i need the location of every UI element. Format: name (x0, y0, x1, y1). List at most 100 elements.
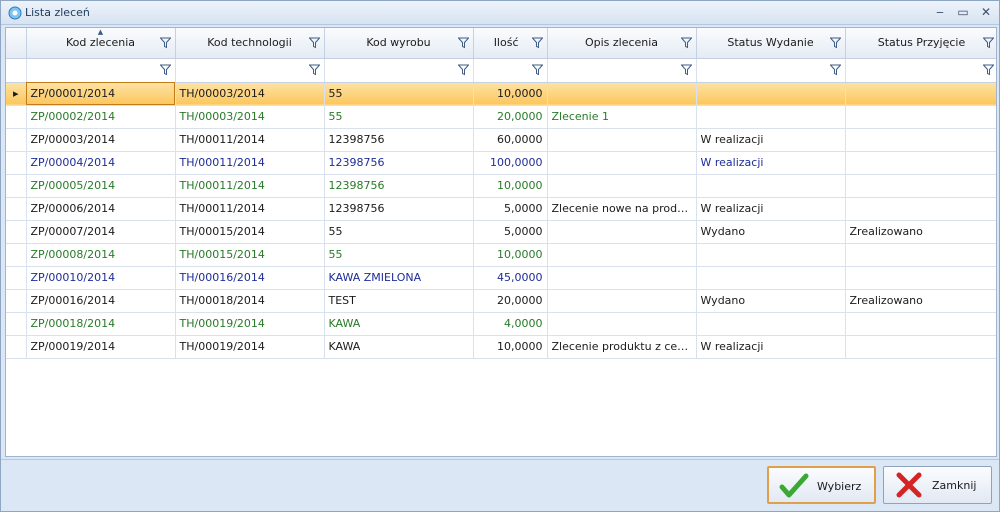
table-cell[interactable]: Zrealizowano (845, 220, 996, 244)
restore-button[interactable]: ▭ (954, 4, 972, 20)
table-cell[interactable] (845, 266, 996, 290)
column-header-kod-zlecenia[interactable]: ▲ Kod zlecenia (26, 28, 176, 59)
table-cell[interactable]: 100,0000 (473, 151, 548, 175)
table-cell[interactable] (547, 174, 697, 198)
close-window-button[interactable]: ✕ (977, 4, 995, 20)
table-cell[interactable]: ZP/00018/2014 (26, 312, 176, 336)
filter-funnel-icon[interactable] (680, 64, 692, 76)
table-row[interactable]: ZP/00003/2014 TH/00011/2014 12398756 60,000… (6, 128, 996, 152)
table-cell[interactable]: TH/00019/2014 (175, 312, 325, 336)
filter-funnel-icon[interactable] (308, 37, 320, 49)
table-cell[interactable]: ZP/00016/2014 (26, 289, 176, 313)
table-row[interactable]: ZP/00008/2014 TH/00015/2014 55 10,0000 (6, 243, 996, 267)
table-cell[interactable] (696, 243, 846, 267)
orders-grid[interactable]: ▲ Kod zlecenia Kod technologii Kod wyrob… (5, 27, 997, 457)
table-cell[interactable] (845, 174, 996, 198)
table-row[interactable]: ZP/00010/2014 TH/00016/2014 KAWA ZMIELONA 4… (6, 266, 996, 290)
table-row[interactable]: ZP/00019/2014 TH/00019/2014 KAWA 10,0000 Zle… (6, 335, 996, 359)
table-cell[interactable]: TH/00011/2014 (175, 197, 325, 221)
table-cell[interactable] (547, 266, 697, 290)
table-cell[interactable]: TEST (324, 289, 474, 313)
table-cell[interactable]: 4,0000 (473, 312, 548, 336)
table-cell[interactable]: Wydano (696, 289, 846, 313)
table-cell[interactable]: TH/00003/2014 (175, 82, 325, 106)
table-cell[interactable]: 5,0000 (473, 220, 548, 244)
table-cell[interactable] (696, 266, 846, 290)
table-cell[interactable]: 10,0000 (473, 174, 548, 198)
table-cell[interactable]: 20,0000 (473, 105, 548, 129)
table-cell[interactable] (845, 105, 996, 129)
table-cell[interactable]: TH/00016/2014 (175, 266, 325, 290)
table-cell[interactable] (547, 82, 697, 106)
row-indicator[interactable] (6, 105, 27, 129)
table-cell[interactable]: TH/00015/2014 (175, 220, 325, 244)
table-cell[interactable]: Zlecenie produktu z cechą (547, 335, 697, 359)
row-indicator[interactable] (6, 197, 27, 221)
table-cell[interactable] (696, 174, 846, 198)
filter-funnel-icon[interactable] (159, 64, 171, 76)
table-cell[interactable]: ZP/00006/2014 (26, 197, 176, 221)
row-indicator[interactable] (6, 174, 27, 198)
select-button[interactable]: Wybierz (767, 466, 876, 504)
row-indicator[interactable] (6, 128, 27, 152)
filter-funnel-icon[interactable] (457, 64, 469, 76)
table-cell[interactable]: TH/00011/2014 (175, 151, 325, 175)
table-cell[interactable] (547, 128, 697, 152)
table-row[interactable]: ▸ ZP/00001/2014 TH/00003/2014 55 10,0000 (6, 82, 996, 106)
row-indicator[interactable] (6, 335, 27, 359)
table-cell[interactable]: Wydano (696, 220, 846, 244)
table-cell[interactable]: 45,0000 (473, 266, 548, 290)
filter-funnel-icon[interactable] (680, 37, 692, 49)
column-header-ilosc[interactable]: Ilość (473, 28, 548, 59)
table-cell[interactable]: 12398756 (324, 197, 474, 221)
table-cell[interactable]: W realizacji (696, 335, 846, 359)
table-cell[interactable]: 55 (324, 82, 474, 106)
table-cell[interactable]: ZP/00008/2014 (26, 243, 176, 267)
filter-funnel-icon[interactable] (531, 64, 543, 76)
column-header-kod-wyrobu[interactable]: Kod wyrobu (324, 28, 474, 59)
column-header-opis-zlecenia[interactable]: Opis zlecenia (547, 28, 697, 59)
row-indicator[interactable] (6, 312, 27, 336)
table-cell[interactable]: ZP/00005/2014 (26, 174, 176, 198)
table-cell[interactable]: Zlecenie nowe na produkcj... (547, 197, 697, 221)
table-cell[interactable]: 12398756 (324, 128, 474, 152)
table-cell[interactable] (845, 151, 996, 175)
table-cell[interactable] (696, 312, 846, 336)
filter-funnel-icon[interactable] (982, 64, 994, 76)
table-cell[interactable]: ZP/00002/2014 (26, 105, 176, 129)
filter-cell-kod-technologii[interactable] (175, 58, 325, 83)
table-cell[interactable]: ZP/00001/2014 (26, 82, 176, 106)
filter-cell-ilosc[interactable] (473, 58, 548, 83)
table-cell[interactable]: 12398756 (324, 174, 474, 198)
table-row[interactable]: ZP/00018/2014 TH/00019/2014 KAWA 4,0000 (6, 312, 996, 336)
table-cell[interactable]: ZP/00007/2014 (26, 220, 176, 244)
table-cell[interactable]: 55 (324, 105, 474, 129)
table-cell[interactable]: W realizacji (696, 128, 846, 152)
table-cell[interactable]: ZP/00004/2014 (26, 151, 176, 175)
row-indicator[interactable]: ▸ (6, 82, 27, 106)
table-row[interactable]: ZP/00007/2014 TH/00015/2014 55 5,0000 Wydano… (6, 220, 996, 244)
table-cell[interactable]: KAWA (324, 312, 474, 336)
filter-cell-opis-zlecenia[interactable] (547, 58, 697, 83)
table-cell[interactable]: ZP/00019/2014 (26, 335, 176, 359)
table-row[interactable]: ZP/00005/2014 TH/00011/2014 12398756 10,000… (6, 174, 996, 198)
table-cell[interactable] (845, 197, 996, 221)
table-cell[interactable]: ZP/00003/2014 (26, 128, 176, 152)
table-cell[interactable]: 60,0000 (473, 128, 548, 152)
table-cell[interactable] (547, 220, 697, 244)
row-indicator[interactable] (6, 243, 27, 267)
table-cell[interactable]: ZP/00010/2014 (26, 266, 176, 290)
table-cell[interactable] (547, 151, 697, 175)
column-header-status-wydanie[interactable]: Status Wydanie (696, 28, 846, 59)
filter-cell-kod-zlecenia[interactable] (26, 58, 176, 83)
table-cell[interactable] (696, 105, 846, 129)
column-header-status-przyjecie[interactable]: Status Przyjęcie (845, 28, 996, 59)
table-cell[interactable] (696, 82, 846, 106)
table-cell[interactable]: KAWA ZMIELONA (324, 266, 474, 290)
table-cell[interactable]: 55 (324, 243, 474, 267)
filter-funnel-icon[interactable] (159, 37, 171, 49)
table-cell[interactable] (845, 312, 996, 336)
row-indicator[interactable] (6, 151, 27, 175)
table-cell[interactable] (845, 82, 996, 106)
table-cell[interactable] (845, 243, 996, 267)
